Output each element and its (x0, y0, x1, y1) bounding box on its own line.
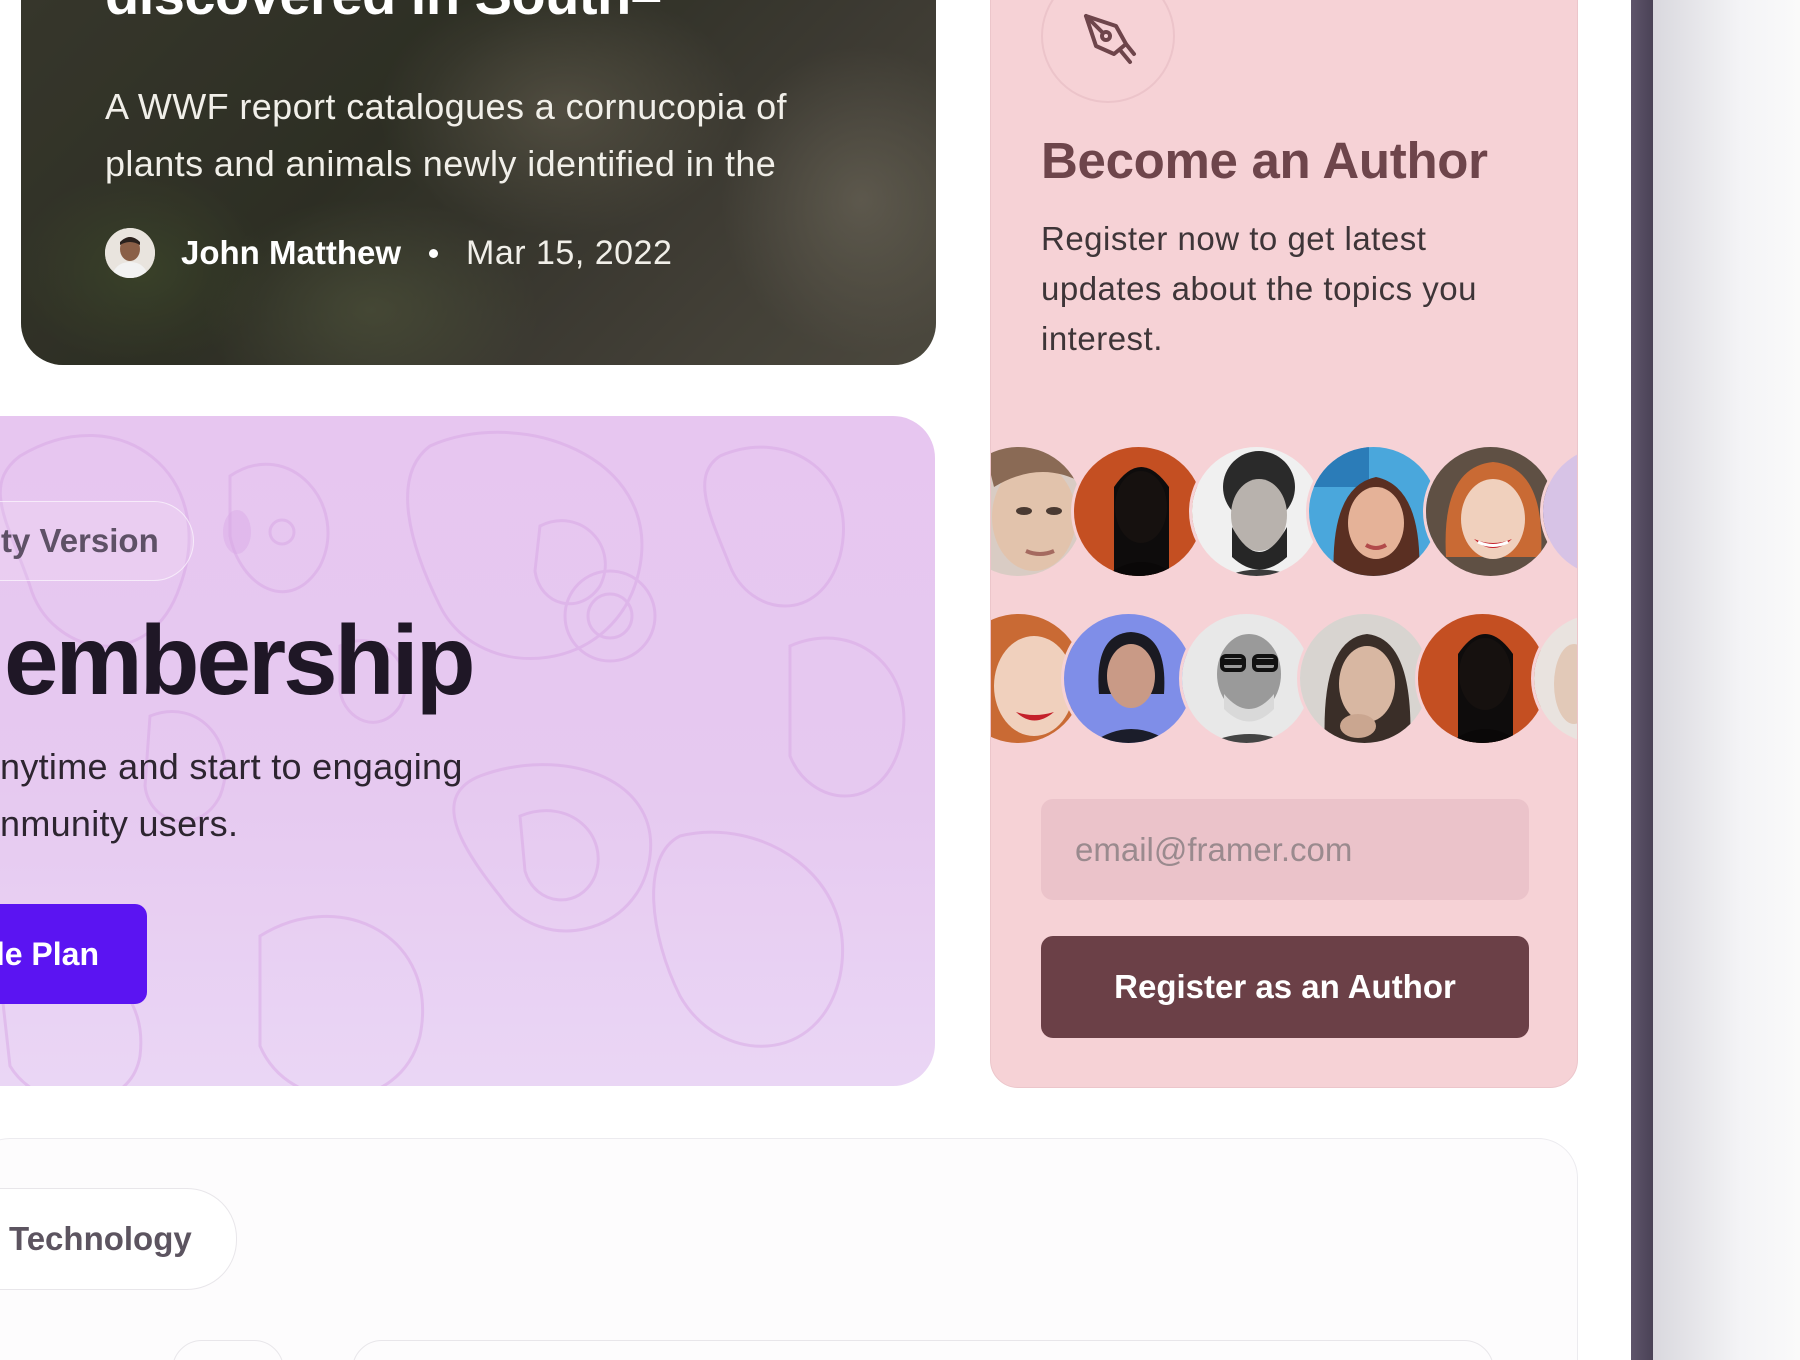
author-avatars-row (991, 444, 1577, 579)
avatar (1531, 611, 1577, 746)
membership-title: embership (4, 605, 476, 715)
choose-plan-button[interactable]: le Plan (0, 904, 147, 1004)
membership-card: ty Version embership nytime and start to… (0, 416, 935, 1086)
pen-tool-icon (1084, 14, 1136, 64)
version-badge: ty Version (0, 501, 194, 581)
author-name[interactable]: John Matthew (181, 234, 401, 272)
bottom-section (0, 1138, 1578, 1360)
register-author-button[interactable]: Register as an Author (1041, 936, 1529, 1038)
article-meta: John Matthew Mar 15, 2022 (105, 228, 672, 278)
avatar (1306, 444, 1441, 579)
featured-article-card[interactable]: discovered in South– A WWF report catalo… (21, 0, 936, 365)
author-heading: Become an Author (1041, 132, 1488, 189)
author-avatars-row (991, 611, 1577, 746)
separator-dot (429, 248, 438, 258)
avatar (1415, 611, 1550, 746)
avatar (1189, 444, 1324, 579)
partial-search-bar[interactable] (352, 1340, 1494, 1360)
pen-icon-circle (1041, 0, 1175, 103)
avatar (1179, 611, 1314, 746)
avatar (1071, 444, 1206, 579)
background-shadow (1653, 0, 1800, 1360)
category-pill-technology[interactable]: Technology (0, 1188, 237, 1290)
avatar (1297, 611, 1432, 746)
become-author-card: Become an Author Register now to get lat… (990, 0, 1578, 1088)
avatar (1423, 444, 1558, 579)
email-input[interactable] (1041, 799, 1529, 900)
publish-date: Mar 15, 2022 (466, 233, 673, 272)
page: discovered in South– A WWF report catalo… (0, 0, 1631, 1360)
author-description: Register now to get latest updates about… (1041, 220, 1477, 357)
device-edge (1631, 0, 1653, 1360)
article-title[interactable]: discovered in South– (105, 0, 662, 27)
article-excerpt: A WWF report catalogues a cornucopia of … (105, 86, 787, 184)
membership-description: nytime and start to engaging nmunity use… (0, 746, 463, 844)
avatar (1540, 444, 1577, 579)
avatar (1061, 611, 1196, 746)
author-avatar[interactable] (105, 228, 155, 278)
partial-pill[interactable] (172, 1340, 284, 1360)
